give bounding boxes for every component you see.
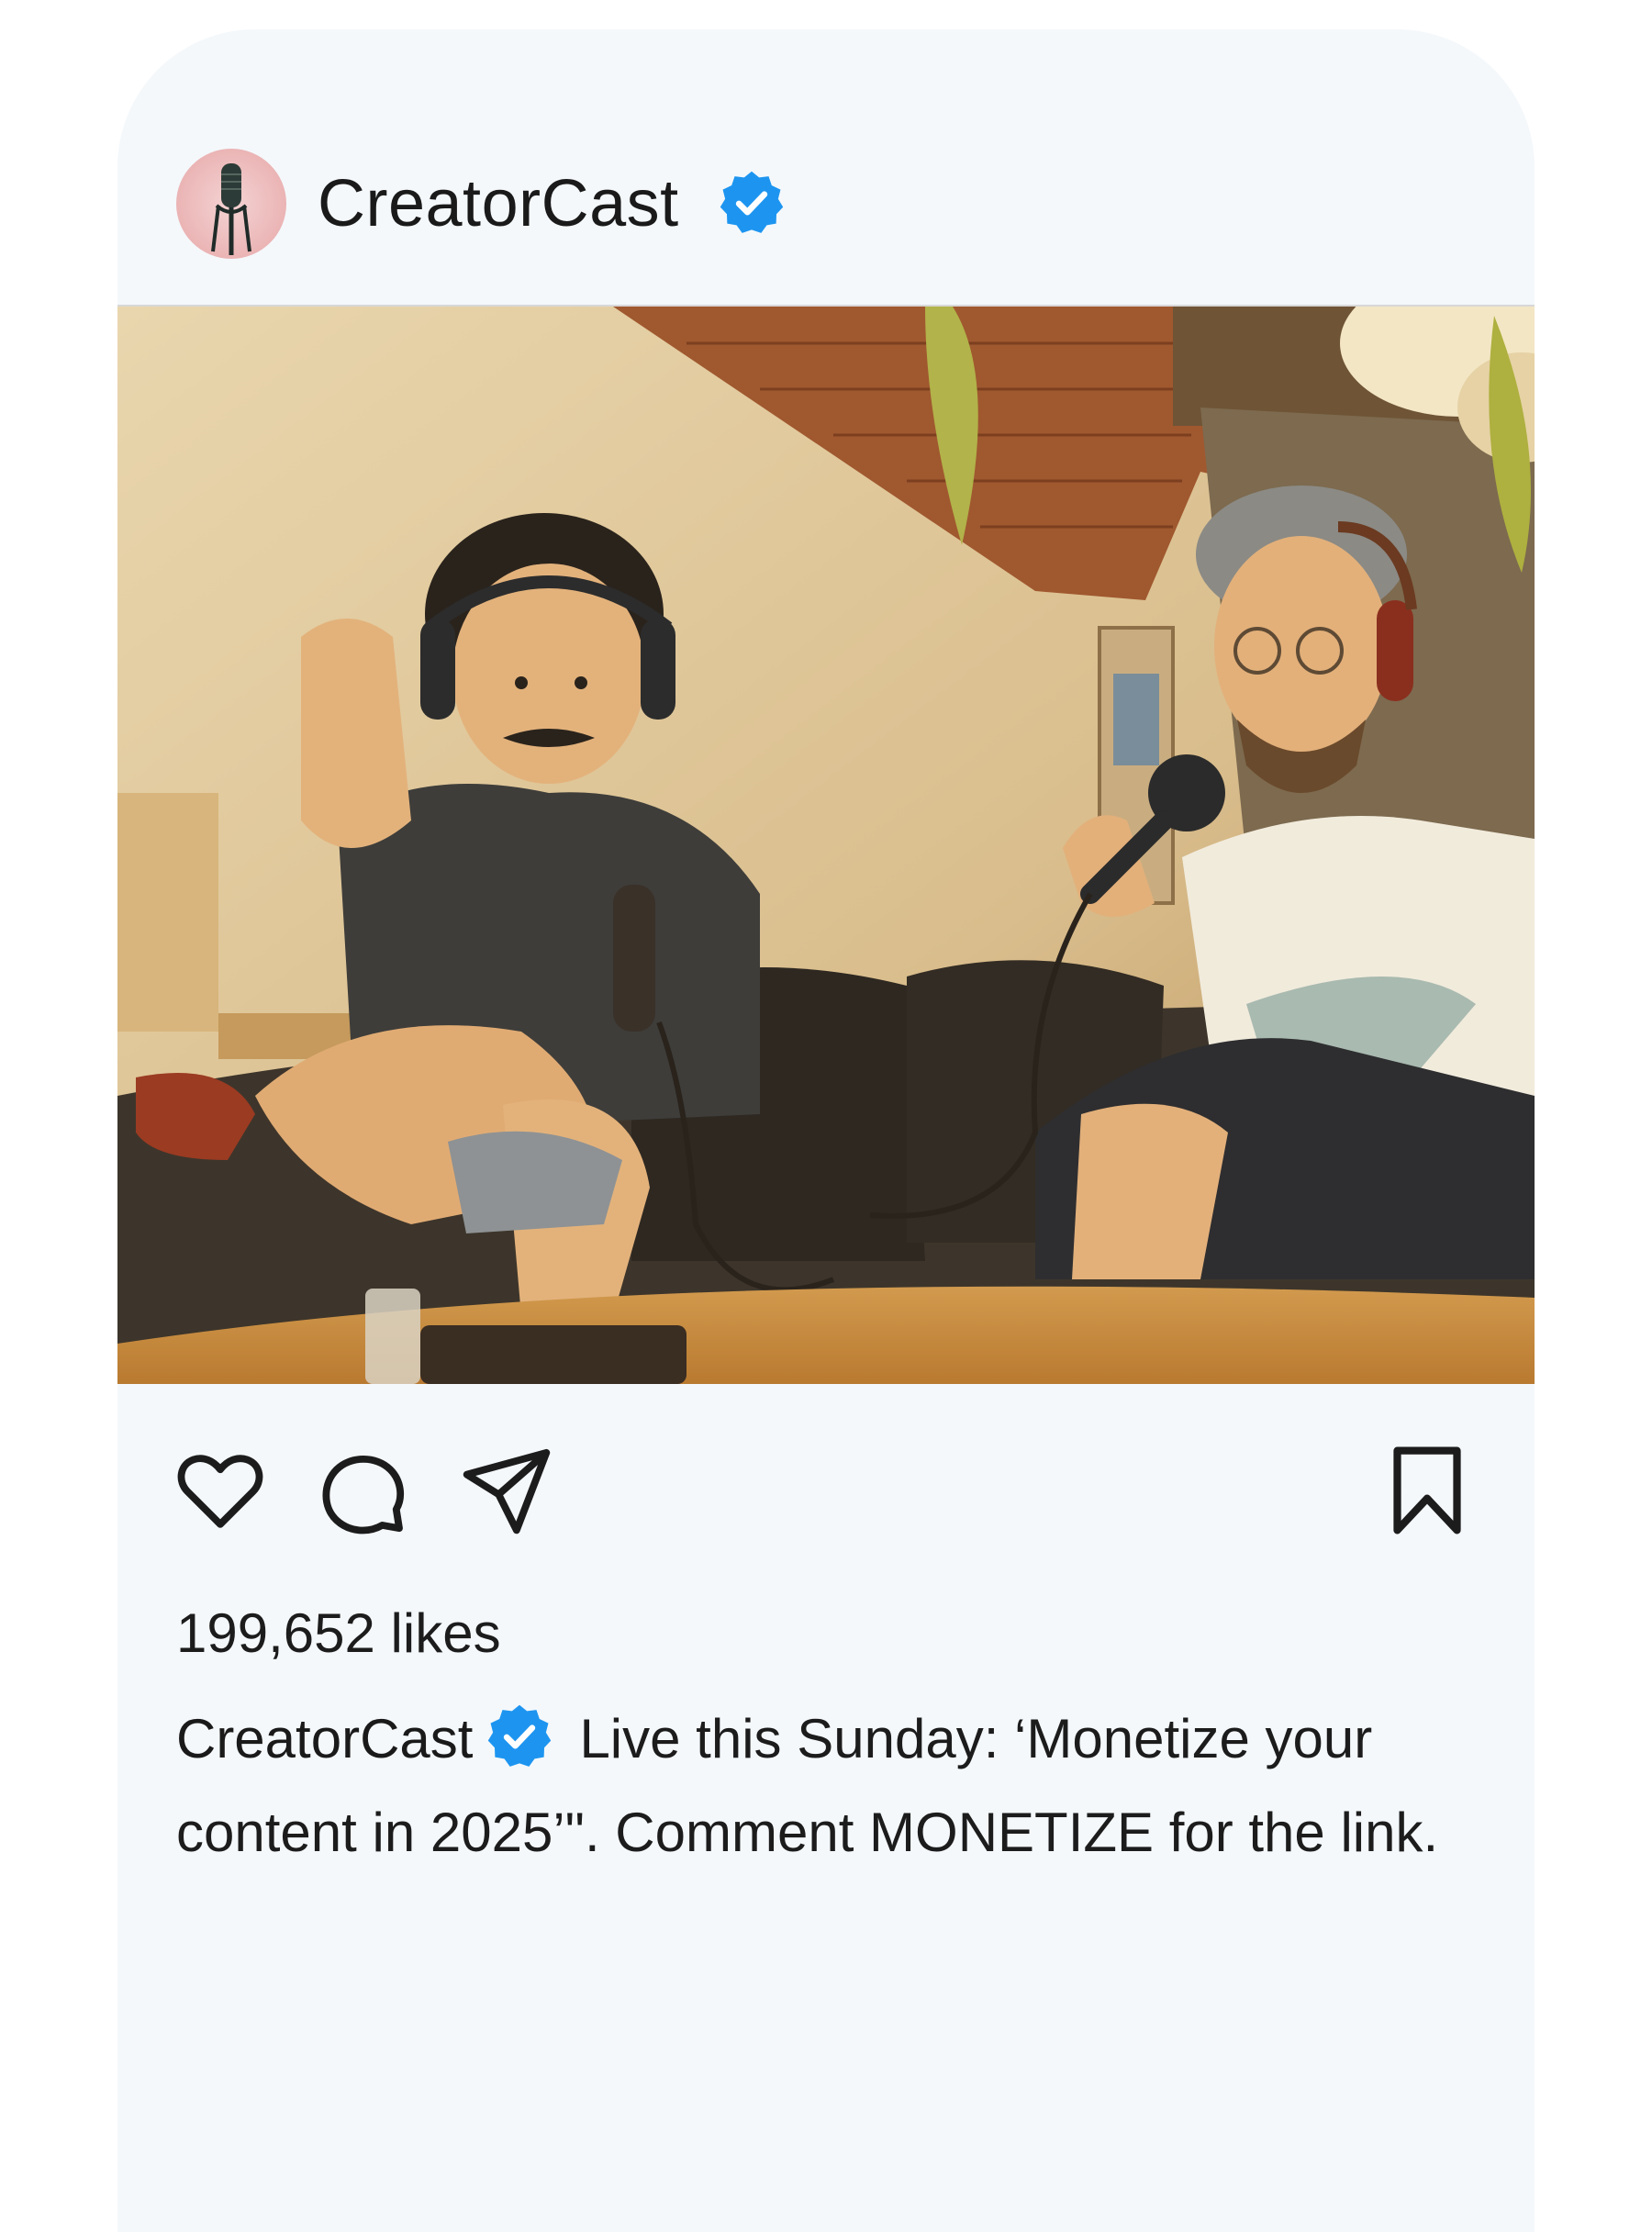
send-icon [463,1448,551,1534]
post-card: CreatorCast 199,652 likes CreatorCast Li… [117,29,1535,2232]
caption-username[interactable]: CreatorCast [176,1708,473,1769]
bookmark-icon [1393,1446,1461,1534]
post-caption: CreatorCast Live this Sunday: ‘Monetize … [176,1692,1461,1880]
comment-button[interactable] [316,1443,411,1538]
comment-icon [322,1456,405,1534]
likes-count[interactable]: 199,652 likes [176,1601,501,1667]
avatar[interactable] [176,149,286,259]
post-username[interactable]: CreatorCast [318,167,679,240]
verified-badge-icon [720,171,784,233]
save-button[interactable] [1386,1443,1468,1538]
post-image[interactable] [117,305,1535,1384]
microphone-icon [211,163,251,255]
verified-badge-icon [488,1704,552,1767]
like-button[interactable] [173,1443,268,1538]
post-actions [117,1443,1535,1544]
share-button[interactable] [459,1443,554,1538]
heart-icon [177,1455,263,1528]
post-header: CreatorCast [117,29,1535,305]
